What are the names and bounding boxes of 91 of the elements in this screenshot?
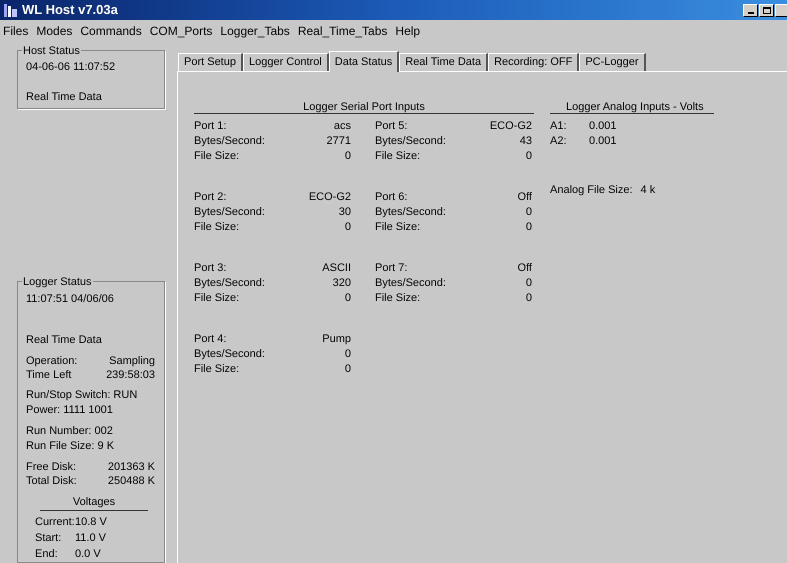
menu-item[interactable]: Logger_Tabs — [220, 22, 290, 40]
port-value: acs — [334, 119, 351, 134]
window-title: WL Host v7.03a — [22, 1, 118, 20]
field-label: File Size: — [194, 362, 240, 377]
field-value: 0.001 — [589, 119, 617, 134]
field-label: Bytes/Second: — [194, 347, 265, 362]
field-value: 239:58:03 — [106, 368, 155, 382]
port-label: Port 5: — [375, 119, 408, 134]
port-value: Off — [518, 190, 532, 205]
field-value: 0 — [344, 291, 351, 306]
port-value: ASCII — [322, 261, 351, 276]
status-text: 04-06-06 11:07:52 — [26, 60, 116, 75]
field-label: File Size: — [194, 149, 240, 164]
field-label: Bytes/Second: — [194, 276, 265, 291]
menu-item[interactable]: Commands — [80, 22, 142, 40]
field-label: File Size: — [375, 149, 420, 164]
field-label: File Size: — [194, 220, 240, 235]
field-value: 0 — [526, 276, 532, 291]
field-label: End: — [35, 547, 59, 562]
field-label: A2: — [550, 134, 568, 149]
field-value: 30 — [338, 205, 351, 220]
maximize-button[interactable] — [759, 4, 774, 16]
field-value: 0 — [526, 149, 532, 164]
field-label: Bytes/Second: — [375, 205, 446, 220]
field-label: File Size: — [375, 291, 420, 306]
field-label: File Size: — [375, 220, 420, 235]
field-value: 0 — [526, 220, 532, 235]
menu-item[interactable]: Help — [395, 22, 420, 40]
field-label: Bytes/Second: — [375, 134, 446, 149]
field-value: 0 — [344, 149, 351, 164]
field-label: Bytes/Second: — [194, 134, 265, 149]
field-value: 11.0 V — [75, 531, 106, 546]
field-value: 0 — [344, 362, 351, 377]
status-text: Real Time Data — [26, 90, 103, 104]
port-value: Pump — [322, 332, 351, 347]
field-value: 201363 K — [108, 460, 155, 474]
field-label: Time Left — [26, 368, 72, 382]
field-label: Bytes/Second: — [194, 205, 265, 220]
app-icon — [3, 2, 19, 18]
field-value: 0 — [344, 347, 351, 362]
field-label: File Size: — [194, 291, 240, 306]
tab[interactable]: Real Time Data — [399, 53, 488, 71]
section-heading: Logger Analog Inputs - Volts — [566, 101, 704, 113]
field-value: Sampling — [109, 354, 155, 368]
field-value: 0.0 V — [75, 547, 101, 562]
port-label: Port 1: — [194, 119, 226, 134]
status-text: Real Time Data — [26, 334, 102, 346]
field-label: Operation: — [26, 354, 78, 368]
section-heading: Voltages — [72, 496, 116, 508]
status-text: Run Number: 002 — [26, 424, 113, 436]
port-label: Port 6: — [375, 190, 408, 205]
port-value: ECO-G2 — [308, 190, 351, 205]
field-value: 0 — [344, 220, 351, 235]
field-value: 250488 K — [108, 474, 155, 488]
port-value: ECO-G2 — [490, 119, 532, 134]
field-label: Analog File Size: — [550, 183, 633, 198]
status-text: Run File Size: 9 K — [26, 440, 114, 452]
field-label: A1: — [550, 119, 568, 134]
port-label: Port 7: — [375, 261, 408, 276]
field-value: 0 — [526, 291, 532, 306]
minimize-button[interactable] — [743, 4, 758, 16]
status-text: 11:07:51 04/06/06 — [26, 292, 114, 304]
status-text: Power: 1111 1001 — [26, 404, 113, 416]
field-value: 10.8 V — [75, 515, 107, 530]
status-text: Run/Stop Switch: RUN — [26, 388, 138, 400]
field-value: 43 — [520, 134, 532, 149]
tab[interactable]: Port Setup — [178, 53, 243, 71]
field-label: Bytes/Second: — [375, 276, 446, 291]
field-value: 320 — [332, 276, 351, 291]
port-label: Port 2: — [194, 190, 226, 205]
menu-item[interactable]: Modes — [36, 22, 72, 40]
tab[interactable]: Data Status — [328, 51, 400, 72]
port-label: Port 4: — [194, 332, 226, 347]
field-value: 2771 — [326, 134, 351, 149]
field-label: Free Disk: — [26, 460, 76, 474]
field-label: Total Disk: — [26, 474, 77, 488]
port-value: Off — [518, 261, 532, 276]
menu-item[interactable]: Files — [3, 22, 28, 40]
field-value: 0 — [526, 205, 532, 220]
close-button[interactable] — [775, 4, 787, 16]
tab[interactable]: PC-Logger — [579, 53, 646, 71]
tab[interactable]: Logger Control — [242, 53, 329, 71]
menu-item[interactable]: Real_Time_Tabs — [298, 22, 388, 40]
section-heading: Logger Serial Port Inputs — [303, 101, 425, 113]
field-label: Start: — [35, 531, 62, 546]
field-label: Current: — [35, 515, 75, 530]
field-value: 0.001 — [589, 134, 617, 149]
menu-item[interactable]: COM_Ports — [150, 22, 212, 40]
tab[interactable]: Recording: OFF — [488, 53, 580, 71]
port-label: Port 3: — [194, 261, 226, 276]
field-value: 4 k — [640, 183, 656, 198]
